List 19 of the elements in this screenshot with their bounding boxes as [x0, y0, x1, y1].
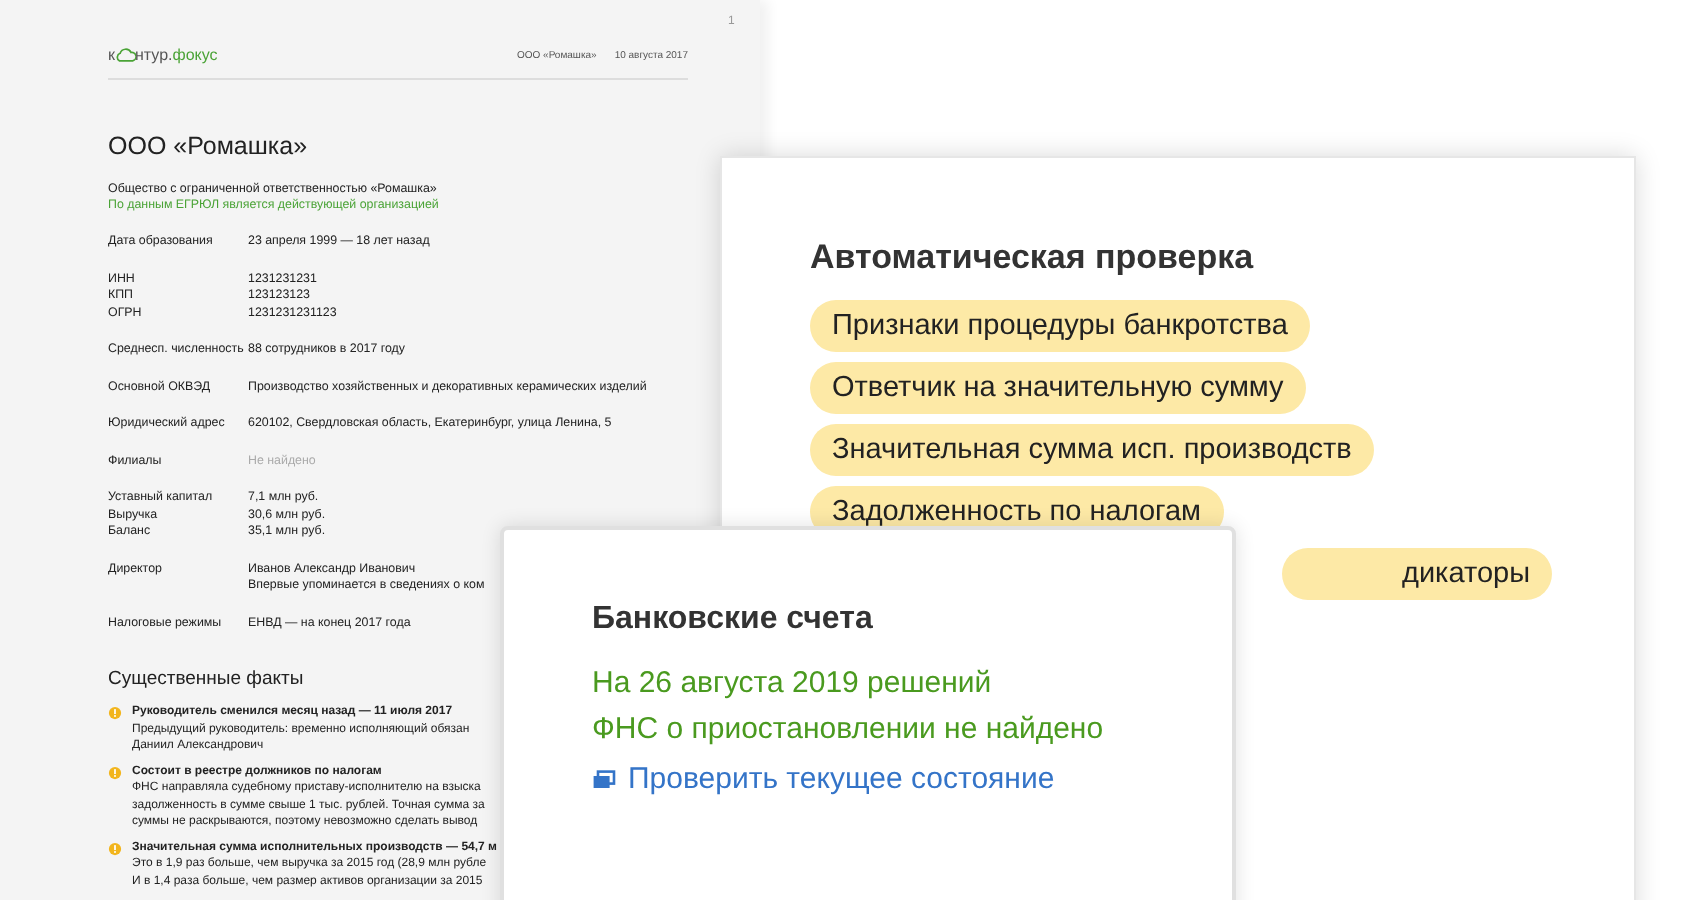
section-title: Существенные факты [108, 668, 304, 690]
company-title: ООО «Ромашка» [108, 132, 310, 160]
logo-text: к [108, 46, 115, 64]
card-title: Автоматическая проверка [810, 238, 1256, 278]
cloud-icon [115, 48, 135, 62]
risk-tag: дикаторы [1282, 548, 1552, 600]
windows-icon [592, 769, 616, 789]
risk-tag: Ответчик на значительную сумму [810, 362, 1306, 414]
risk-tag: Значительная сумма исп. производств [810, 424, 1374, 476]
warning-icon [108, 765, 122, 779]
warning-icon [108, 841, 122, 855]
check-link[interactable]: Проверить текущее состояние [592, 762, 1055, 796]
logo-text: нтур. [135, 46, 173, 64]
status-text: На 26 августа 2019 решений [592, 664, 994, 704]
warning-icon [108, 706, 122, 720]
risk-tag: Признаки процедуры банкротства [810, 300, 1310, 352]
card-title: Банковские счета [592, 602, 875, 638]
status-text: ФНС о приостановлении не найдено [592, 710, 1106, 750]
logo-product: фокус [172, 46, 218, 64]
